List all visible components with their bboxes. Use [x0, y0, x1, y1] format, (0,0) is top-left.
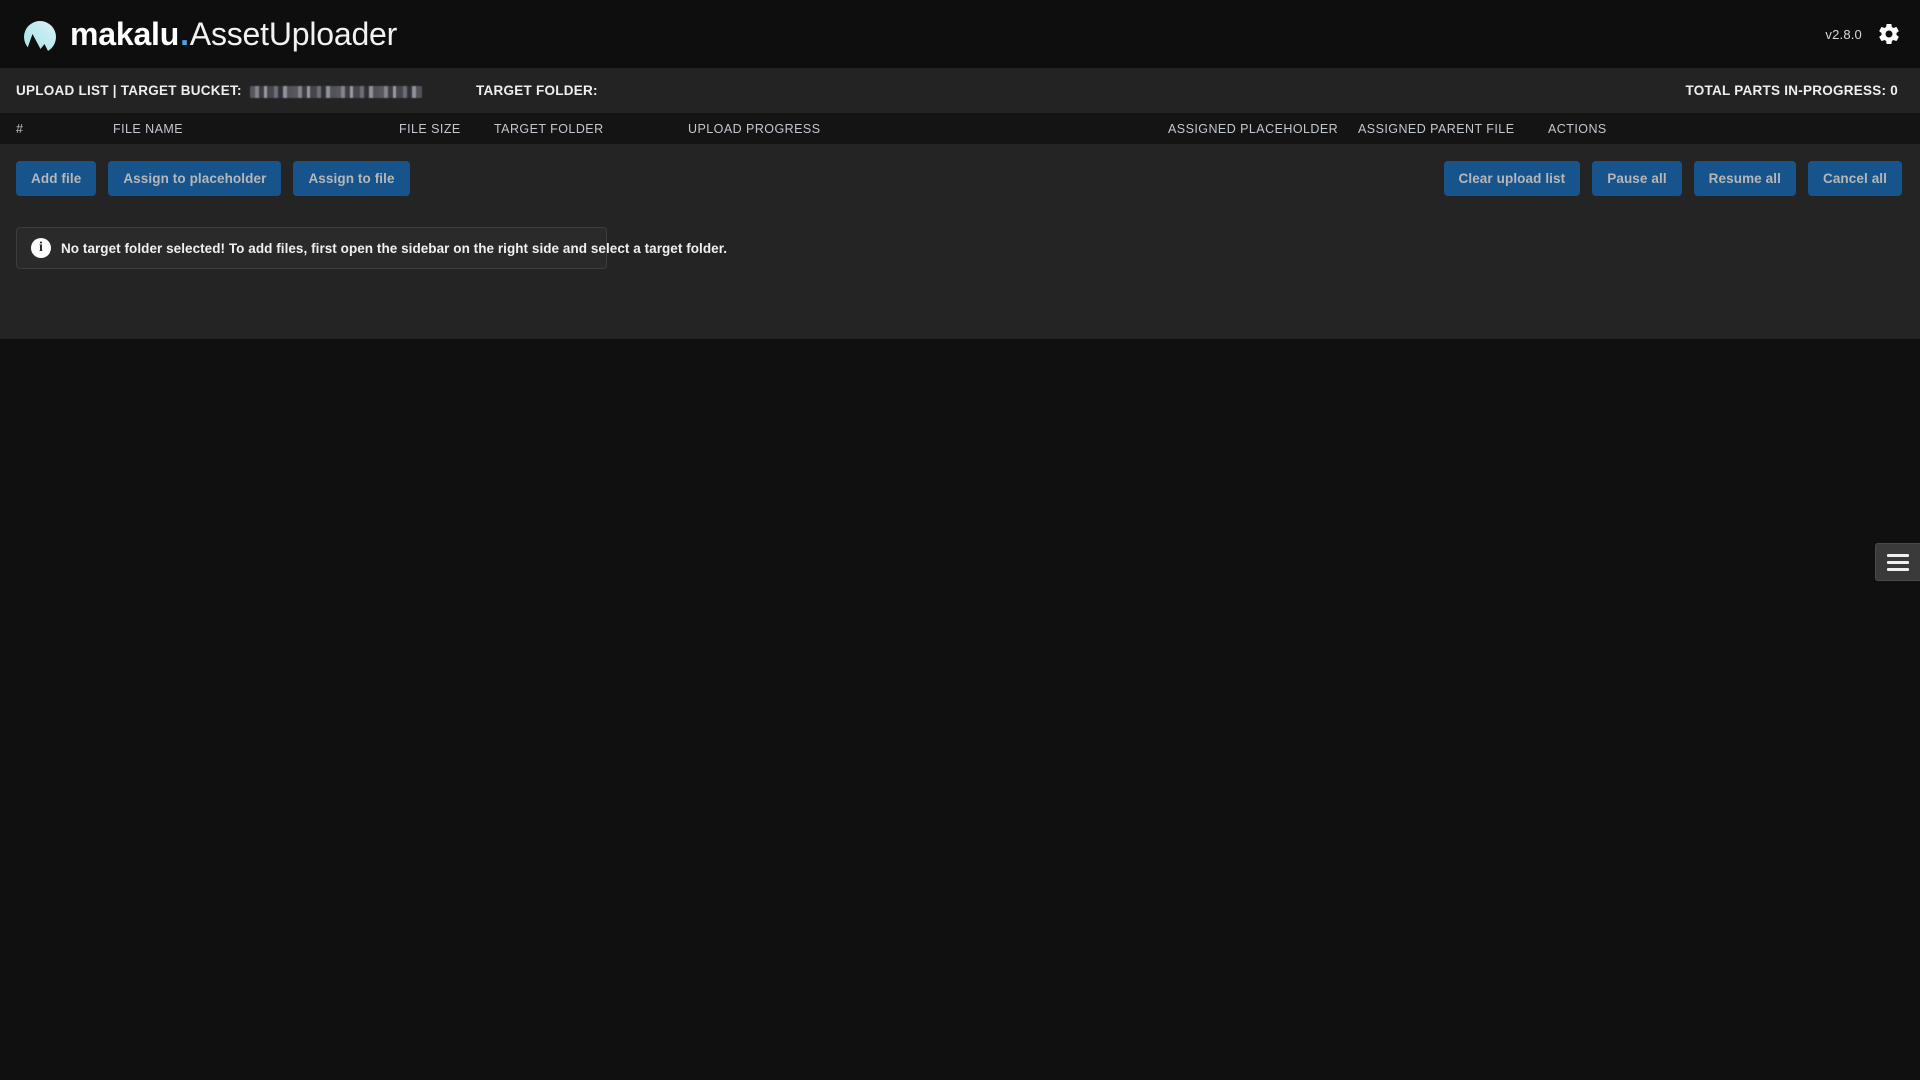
- column-header-index: #: [16, 121, 24, 136]
- column-header-assigned-parent-file: ASSIGNED PARENT FILE: [1358, 121, 1515, 136]
- mountain-logo-icon: [24, 21, 56, 53]
- gear-icon-glyph: [1879, 24, 1899, 44]
- info-icon: i: [31, 238, 51, 258]
- alert-message: No target folder selected! To add files,…: [61, 240, 728, 256]
- column-header-assigned-placeholder: ASSIGNED PLACEHOLDER: [1168, 121, 1339, 136]
- app-header: makalu.AssetUploader v2.8.0: [0, 0, 1920, 68]
- page-body-empty-area: [0, 339, 1920, 1080]
- assign-to-file-button[interactable]: Assign to file: [293, 161, 410, 196]
- header-actions: v2.8.0: [1825, 0, 1902, 68]
- brand-title: makalu.AssetUploader: [70, 18, 397, 50]
- column-header-target-folder: TARGET FOLDER: [494, 121, 604, 136]
- hamburger-menu-icon-line-2: [1887, 560, 1909, 564]
- assign-to-placeholder-button[interactable]: Assign to placeholder: [108, 161, 282, 196]
- add-file-button[interactable]: Add file: [16, 161, 97, 196]
- upload-toolbar-left-actions: Add file Assign to placeholder Assign to…: [16, 161, 410, 196]
- hamburger-menu-icon-line-1: [1887, 553, 1909, 557]
- cancel-all-button[interactable]: Cancel all: [1807, 161, 1902, 196]
- target-bucket-value-redacted: [249, 85, 422, 98]
- upload-table-header-row: # FILE NAME FILE SIZE TARGET FOLDER UPLO…: [0, 113, 1920, 144]
- column-header-actions: ACTIONS: [1548, 121, 1607, 136]
- column-header-file-name: FILE NAME: [113, 121, 184, 136]
- upload-toolbar-right-actions: Clear upload list Pause all Resume all C…: [1443, 161, 1902, 196]
- hamburger-menu-icon-line-3: [1887, 567, 1909, 571]
- brand-name-primary: makalu: [70, 16, 180, 52]
- column-header-upload-progress: UPLOAD PROGRESS: [688, 121, 821, 136]
- brand-name-secondary: AssetUploader: [189, 16, 398, 52]
- upload-list-bucket-label: UPLOAD LIST | TARGET BUCKET:: [16, 83, 242, 98]
- gear-icon[interactable]: [1876, 21, 1902, 47]
- sidebar-toggle-button[interactable]: [1875, 543, 1920, 581]
- app-version-label: v2.8.0: [1825, 26, 1862, 42]
- total-parts-in-progress-label: TOTAL PARTS IN-PROGRESS: 0: [1685, 83, 1898, 98]
- upload-toolbar: Add file Assign to placeholder Assign to…: [0, 144, 1920, 214]
- resume-all-button[interactable]: Resume all: [1693, 161, 1796, 196]
- upload-list-panel: # FILE NAME FILE SIZE TARGET FOLDER UPLO…: [0, 113, 1920, 339]
- brand-separator-dot: .: [180, 16, 189, 52]
- upload-list-subheader: UPLOAD LIST | TARGET BUCKET: TARGET FOLD…: [0, 68, 1920, 113]
- clear-upload-list-button[interactable]: Clear upload list: [1443, 161, 1581, 196]
- column-header-file-size: FILE SIZE: [399, 121, 461, 136]
- target-folder-label: TARGET FOLDER:: [476, 83, 598, 98]
- brand: makalu.AssetUploader: [20, 13, 397, 55]
- target-bucket-group: UPLOAD LIST | TARGET BUCKET:: [16, 83, 422, 98]
- no-target-folder-alert: i No target folder selected! To add file…: [16, 227, 727, 269]
- pause-all-button[interactable]: Pause all: [1592, 161, 1682, 196]
